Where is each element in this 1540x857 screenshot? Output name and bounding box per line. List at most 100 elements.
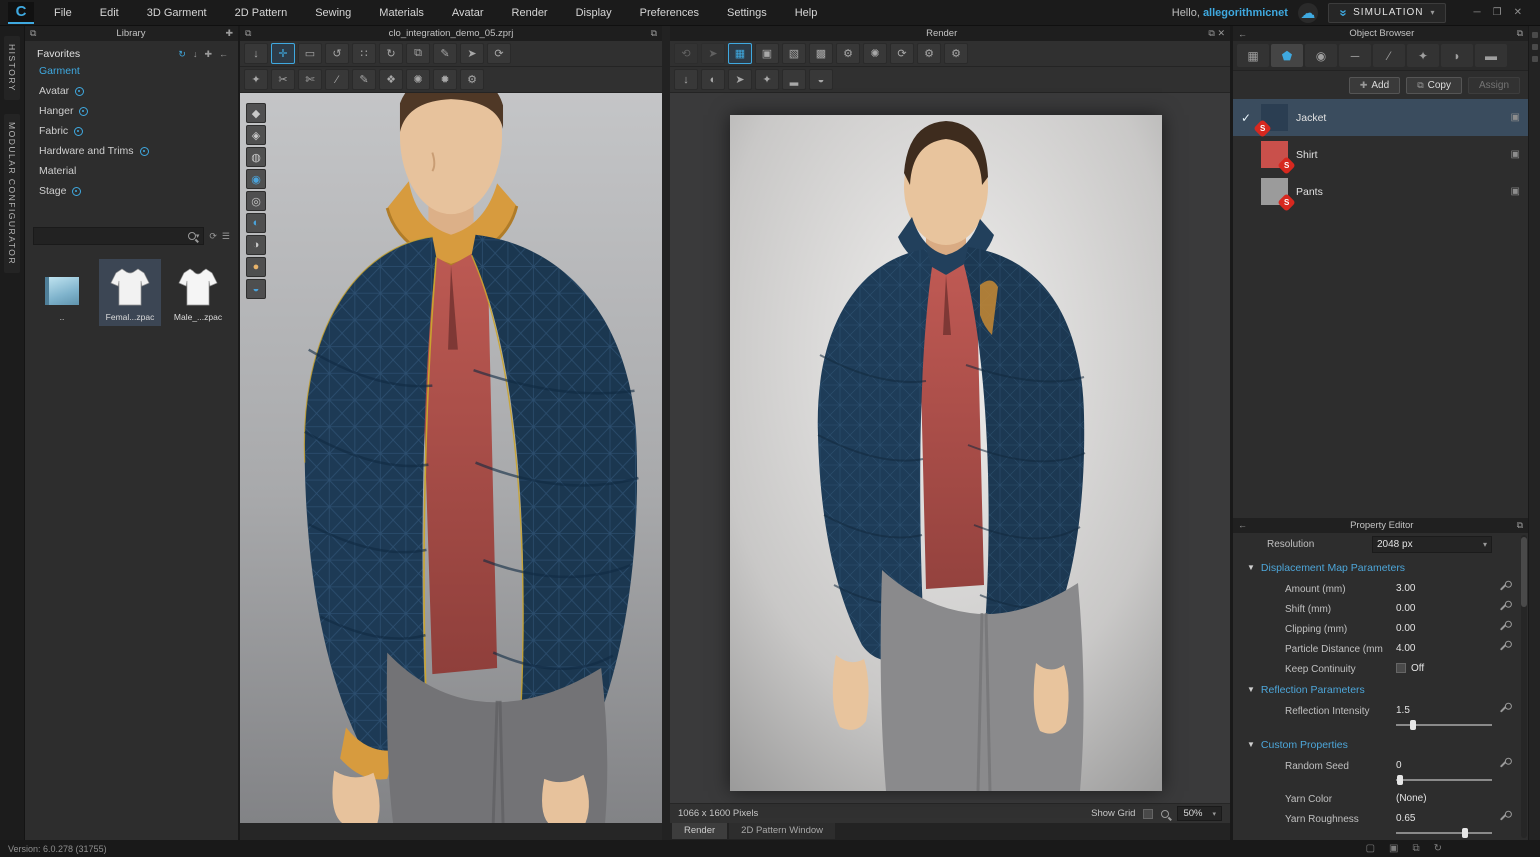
add-favorite-icon[interactable]: ✚ xyxy=(204,49,212,60)
save-settings-icon[interactable]: ⚙ xyxy=(944,43,968,64)
file-female-zpac[interactable]: Femal...zpac xyxy=(99,259,161,326)
zoom-level-dropdown[interactable]: 50% ▾ xyxy=(1177,806,1222,821)
quality-settings-icon[interactable]: ⚙ xyxy=(917,43,941,64)
menu-display[interactable]: Display xyxy=(562,7,626,19)
minimize-button[interactable]: ─ xyxy=(1474,7,1481,18)
search-input[interactable] xyxy=(38,231,188,242)
pen-tool-icon[interactable]: ✎ xyxy=(433,43,457,64)
yarn-roughness-value[interactable]: 0.65 xyxy=(1396,813,1492,824)
render-image-icon[interactable]: ▦ xyxy=(728,43,752,64)
library-item-hanger[interactable]: Hanger xyxy=(37,101,228,121)
popout-icon[interactable]: ⧉ xyxy=(651,28,657,39)
reflection-intensity-value[interactable]: 1.5 xyxy=(1396,705,1492,716)
tab-2d-pattern-window[interactable]: 2D Pattern Window xyxy=(729,823,835,839)
edit-icon[interactable] xyxy=(1499,703,1508,712)
favorite-badge-icon[interactable] xyxy=(72,187,81,196)
menu-sewing[interactable]: Sewing xyxy=(301,7,365,19)
steam-tool-icon[interactable]: ✺ xyxy=(406,69,430,90)
app-logo[interactable]: C xyxy=(8,2,34,24)
menu-2d-pattern[interactable]: 2D Pattern xyxy=(221,7,302,19)
rect-select-icon[interactable]: ▭ xyxy=(298,43,322,64)
tab-trim-icon[interactable]: ▬ xyxy=(1475,44,1507,67)
random-seed-slider[interactable] xyxy=(1396,775,1492,785)
link-slot-icon[interactable]: ▣ xyxy=(1511,149,1520,160)
favorite-badge-icon[interactable] xyxy=(75,87,84,96)
fold-tool-icon[interactable]: ❖ xyxy=(379,69,403,90)
render-video-icon[interactable]: ▣ xyxy=(755,43,779,64)
render-canvas[interactable] xyxy=(670,93,1230,803)
history-tab[interactable]: HISTORY xyxy=(4,36,20,100)
close-icon[interactable]: ✕ xyxy=(1217,28,1225,39)
avatar-display-icon[interactable]: ◈ xyxy=(246,125,266,145)
texture-view-icon[interactable]: ◉ xyxy=(246,169,266,189)
popout-icon[interactable]: ⧉ xyxy=(1517,520,1523,531)
keep-continuity-checkbox[interactable] xyxy=(1396,663,1406,673)
section-custom[interactable]: ▼ Custom Properties xyxy=(1233,733,1520,755)
tab-topstitch-icon[interactable]: ─ xyxy=(1339,44,1371,67)
gear-tool-icon[interactable]: ⚙ xyxy=(460,69,484,90)
section-displacement[interactable]: ▼ Displacement Map Parameters xyxy=(1233,556,1520,578)
file-parent-folder[interactable]: .. xyxy=(31,273,93,326)
status-layout-icon[interactable]: ▣ xyxy=(1389,843,1398,854)
close-button[interactable]: ✕ xyxy=(1514,7,1522,18)
avatar-tool-icon[interactable]: ✦ xyxy=(244,69,268,90)
yarn-roughness-slider[interactable] xyxy=(1396,828,1492,838)
collapse-icon[interactable]: ▼ xyxy=(1247,685,1255,694)
copy-button[interactable]: ⧉Copy xyxy=(1406,77,1462,94)
tab-render[interactable]: Render xyxy=(672,823,727,839)
press-tool-icon[interactable]: ✹ xyxy=(433,69,457,90)
edit-icon[interactable] xyxy=(1499,758,1508,767)
tab-button-icon[interactable]: ◉ xyxy=(1305,44,1337,67)
menu-render[interactable]: Render xyxy=(498,7,562,19)
viewport-3d-scene[interactable]: ◆◈◍◉◎◐◑●◒ xyxy=(240,93,662,823)
popout-icon[interactable]: ⧉ xyxy=(1208,28,1214,39)
tape-tool-icon[interactable]: ✎ xyxy=(352,69,376,90)
menu-help[interactable]: Help xyxy=(781,7,832,19)
edit-icon[interactable] xyxy=(1499,811,1508,820)
tab-garment-icon[interactable]: ⬟ xyxy=(1271,44,1303,67)
back-icon[interactable]: ← xyxy=(219,49,228,60)
sync-icon[interactable]: ↻ xyxy=(178,49,186,60)
list-view-icon[interactable]: ☰ xyxy=(222,231,230,242)
gizmo-dropdown-icon[interactable]: ↓ xyxy=(244,43,268,64)
library-item-stage[interactable]: Stage xyxy=(37,181,228,201)
orbit-tool-icon[interactable]: ⟳ xyxy=(487,43,511,64)
dome-icon[interactable]: ◒ xyxy=(809,69,833,90)
modular-configurator-tab[interactable]: MODULAR CONFIGURATOR xyxy=(4,114,20,273)
collapse-icon[interactable]: ▼ xyxy=(1247,563,1255,572)
restore-button[interactable]: ❐ xyxy=(1493,7,1502,18)
link-slot-icon[interactable]: ▣ xyxy=(1511,112,1520,123)
library-item-garment[interactable]: Garment xyxy=(37,61,228,81)
show-grid-checkbox[interactable] xyxy=(1143,809,1153,819)
particle-distance-value[interactable]: 4.00 xyxy=(1396,643,1492,654)
favorite-badge-icon[interactable] xyxy=(79,107,88,116)
simulation-button[interactable]: « SIMULATION ▾ xyxy=(1328,3,1446,23)
property-scrollbar[interactable] xyxy=(1521,535,1527,839)
link-slot-icon[interactable]: ▣ xyxy=(1511,186,1520,197)
plane-icon[interactable]: ▂ xyxy=(782,69,806,90)
status-panels-icon[interactable]: ⧉ xyxy=(1412,843,1419,854)
light-ray-icon[interactable]: ✦ xyxy=(755,69,779,90)
menu-edit[interactable]: Edit xyxy=(86,7,133,19)
reset-pose-icon[interactable]: ↺ xyxy=(325,43,349,64)
object-row-pants[interactable]: S Pants ▣ xyxy=(1233,173,1528,210)
pose-dots-icon[interactable]: ∷ xyxy=(352,43,376,64)
library-item-material[interactable]: Material xyxy=(37,161,228,181)
edit-icon[interactable] xyxy=(1499,601,1508,610)
library-search[interactable]: ▾ xyxy=(33,227,204,245)
tab-avatar-icon[interactable]: ◗ xyxy=(1441,44,1473,67)
object-row-shirt[interactable]: S Shirt ▣ xyxy=(1233,136,1528,173)
menu-3d-garment[interactable]: 3D Garment xyxy=(133,7,221,19)
refresh-icon[interactable]: ⟳ xyxy=(209,231,217,242)
status-window-icon[interactable]: ▢ xyxy=(1366,843,1375,854)
pin-tool-icon[interactable]: ✂ xyxy=(271,69,295,90)
tab-scene-icon[interactable]: ▦ xyxy=(1237,44,1269,67)
simulation-dropdown-icon[interactable]: ▾ xyxy=(1431,8,1436,17)
mesh-view-icon[interactable]: ◎ xyxy=(246,191,266,211)
measure-tool-icon[interactable]: ⁄ xyxy=(325,69,349,90)
pick-tool-icon[interactable]: ➤ xyxy=(460,43,484,64)
reflection-intensity-slider[interactable] xyxy=(1396,720,1492,730)
collapse-icon[interactable]: ▼ xyxy=(1247,740,1255,749)
save-render-icon[interactable]: ↓ xyxy=(674,69,698,90)
library-add-icon[interactable]: ✚ xyxy=(225,28,233,39)
